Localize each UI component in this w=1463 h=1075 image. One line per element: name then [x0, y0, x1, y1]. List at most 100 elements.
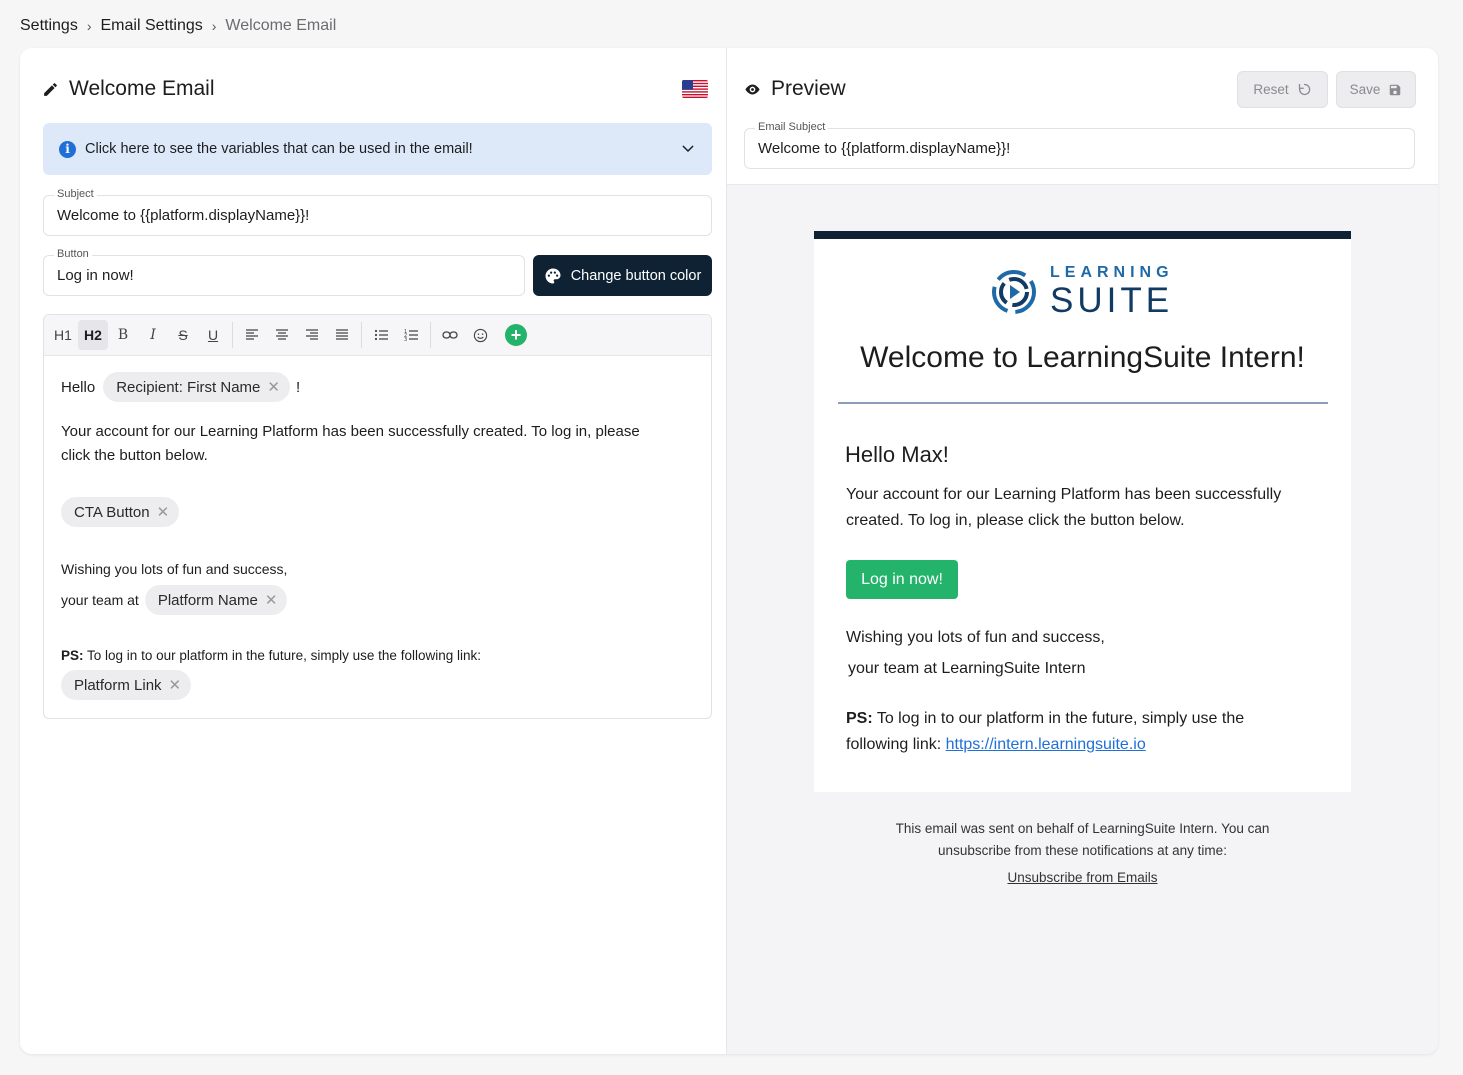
link-icon[interactable] [435, 320, 465, 350]
bullet-list-icon[interactable] [366, 320, 396, 350]
remove-chip-icon[interactable]: ✕ [265, 591, 278, 609]
email-login-button[interactable]: Log in now! [846, 560, 958, 599]
change-button-color-label: Change button color [570, 267, 702, 284]
main-card: Welcome Email i Click here to see the va… [20, 48, 1438, 1054]
numbered-list-icon[interactable]: 123 [396, 320, 426, 350]
change-button-color-button[interactable]: Change button color [533, 255, 712, 296]
wish-text: Wishing you lots of fun and success, [61, 561, 288, 577]
svg-text:3: 3 [404, 337, 407, 342]
pencil-icon [44, 82, 57, 96]
learningsuite-logo: LEARNING SUITE [990, 265, 1174, 318]
align-center-icon[interactable] [267, 320, 297, 350]
chevron-down-icon [682, 145, 694, 153]
email-ps-text2: following link: [846, 736, 942, 753]
email-ps-line1: PS: To log in to our platform in the fut… [846, 706, 1316, 732]
cta-chip-label: CTA Button [74, 503, 150, 521]
cta-line: CTA Button ✕ [61, 497, 180, 527]
subject-label: Subject [54, 188, 97, 200]
ps-line: PS: To log in to our platform in the fut… [61, 644, 481, 668]
paragraph-account: Your account for our Learning Platform h… [61, 420, 640, 468]
editor-title-text: Welcome Email [69, 77, 215, 100]
emoji-icon[interactable] [465, 320, 495, 350]
platform-link-line: Platform Link ✕ [61, 670, 192, 700]
remove-chip-icon[interactable]: ✕ [169, 676, 182, 694]
logo-text: LEARNING SUITE [1050, 264, 1174, 320]
email-ps: PS: To log in to our platform in the fut… [846, 706, 1316, 758]
eye-icon [745, 84, 760, 94]
strikethrough-button[interactable]: S [168, 320, 198, 350]
heading2-button[interactable]: H2 [78, 320, 108, 350]
heading1-button[interactable]: H1 [48, 320, 78, 350]
subject-input[interactable] [44, 196, 711, 235]
us-flag-icon[interactable] [682, 80, 708, 98]
email-platform-link[interactable]: https://intern.learningsuite.io [946, 736, 1146, 753]
bold-button[interactable]: B [108, 320, 138, 350]
recipient-first-name-chip[interactable]: Recipient: First Name ✕ [103, 372, 290, 402]
email-ps-label: PS: [846, 710, 873, 727]
breadcrumb-chevron-icon: › [211, 18, 217, 34]
platform-link-chip[interactable]: Platform Link ✕ [61, 670, 192, 700]
team-line: your team at Platform Name ✕ [61, 585, 288, 615]
breadcrumb-settings[interactable]: Settings [20, 17, 78, 35]
breadcrumb-chevron-icon: › [86, 18, 92, 34]
info-icon: i [59, 140, 76, 158]
editor-title: Welcome Email [42, 77, 214, 101]
reset-button[interactable]: Reset [1237, 71, 1328, 108]
email-ps-text1: To log in to our platform in the future,… [876, 710, 1245, 727]
align-right-icon[interactable] [297, 320, 327, 350]
logo-line2: SUITE [1050, 281, 1174, 320]
underline-button[interactable]: U [198, 320, 228, 350]
email-ps-line2: following link: https://intern.learnings… [846, 732, 1316, 758]
logo-line1: LEARNING [1050, 264, 1174, 281]
editor-panel: Welcome Email i Click here to see the va… [20, 48, 727, 1054]
email-subject-field: Email Subject [744, 121, 1415, 169]
breadcrumb: Settings › Email Settings › Welcome Emai… [20, 17, 336, 35]
email-title: Welcome to LearningSuite Intern! [860, 341, 1305, 374]
email-preview: LEARNING SUITE Welcome to LearningSuite … [814, 231, 1351, 792]
platform-link-chip-label: Platform Link [74, 676, 162, 694]
email-subject-input [745, 129, 1414, 168]
email-footer-text: This email was sent on behalf of Learnin… [814, 818, 1351, 862]
cta-button-chip[interactable]: CTA Button ✕ [61, 497, 180, 527]
learningsuite-logo-icon [992, 269, 1036, 314]
email-divider [838, 402, 1328, 404]
footer-line: unsubscribe from these notifications at … [938, 843, 1227, 858]
reset-button-label: Reset [1253, 82, 1289, 97]
platform-name-chip[interactable]: Platform Name ✕ [144, 585, 288, 615]
hello-line: Hello Recipient: First Name ✕ ! [61, 372, 300, 402]
button-text-input[interactable] [44, 256, 524, 295]
email-wish: Wishing you lots of fun and success, [846, 629, 1105, 646]
breadcrumb-email-settings[interactable]: Email Settings [100, 17, 202, 35]
ps-text: To log in to our platform in the future,… [87, 648, 481, 663]
hello-text: Hello [61, 378, 96, 396]
breadcrumb-welcome-email: Welcome Email [225, 17, 337, 34]
save-button-label: Save [1349, 82, 1381, 97]
platform-name-chip-label: Platform Name [157, 591, 258, 609]
unsubscribe-link[interactable]: Unsubscribe from Emails [814, 870, 1351, 885]
toolbar-divider [361, 322, 362, 348]
remove-chip-icon[interactable]: ✕ [267, 378, 280, 396]
paragraph-line: Your account for our Learning Platform h… [61, 423, 640, 440]
italic-button[interactable]: I [138, 320, 168, 350]
email-hello: Hello Max! [845, 442, 949, 467]
remove-chip-icon[interactable]: ✕ [157, 503, 170, 521]
preview-header: Preview Reset Save Email Subject [727, 48, 1438, 185]
button-field: Button [43, 248, 525, 296]
plus-icon[interactable]: + [505, 324, 527, 346]
reset-icon [1298, 83, 1310, 96]
subject-field: Subject [43, 188, 712, 236]
toolbar-divider [232, 322, 233, 348]
align-justify-icon[interactable] [327, 320, 357, 350]
align-left-icon[interactable] [237, 320, 267, 350]
preview-panel: Preview Reset Save Email Subject Welcome… [727, 48, 1438, 1054]
footer-line: This email was sent on behalf of Learnin… [895, 821, 1270, 836]
variables-info-box[interactable]: i Click here to see the variables that c… [43, 123, 712, 175]
ps-label: PS: [61, 648, 84, 663]
editor-toolbar: H1 H2 B I S U 123 + [44, 315, 711, 356]
team-at-text: your team at [61, 592, 139, 608]
palette-icon [545, 268, 561, 283]
preview-title: Preview [744, 77, 846, 101]
preview-title-text: Preview [771, 77, 846, 100]
recipient-chip-label: Recipient: First Name [116, 378, 261, 396]
save-button[interactable]: Save [1336, 71, 1416, 108]
